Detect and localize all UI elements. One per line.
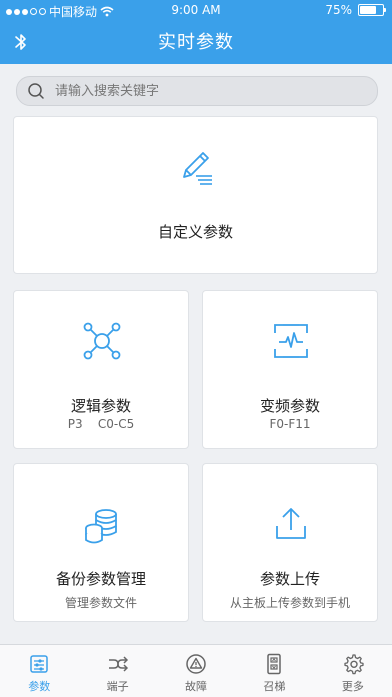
logic-params-sub: P3 C0-C5 xyxy=(67,417,135,431)
terminal-icon xyxy=(108,656,128,672)
tab-params[interactable]: 参数 xyxy=(0,645,78,697)
header-bar: 中国移动 9:00 AM 75% 实时参数 xyxy=(0,0,392,64)
waveform-monitor-icon xyxy=(274,324,308,358)
tab-bar: 参数 端子 故障 召梯 更多 xyxy=(0,644,392,697)
custom-params-label: 自定义参数 xyxy=(157,223,233,241)
fault-icon xyxy=(186,654,206,674)
params-icon xyxy=(30,655,48,673)
backup-params-sub: 管理参数文件 xyxy=(64,596,137,610)
backup-params-label: 备份参数管理 xyxy=(55,570,146,588)
logic-params-card[interactable]: 逻辑参数 P3 C0-C5 xyxy=(13,290,189,449)
edit-pen-icon xyxy=(183,152,212,185)
network-nodes-icon xyxy=(83,322,121,360)
backup-params-card[interactable]: 备份参数管理 管理参数文件 xyxy=(13,463,189,622)
upload-params-sub: 从主板上传参数到手机 xyxy=(229,596,350,610)
tab-terminal-label: 端子 xyxy=(106,680,129,693)
logic-params-label: 逻辑参数 xyxy=(70,397,131,415)
tab-more[interactable]: 更多 xyxy=(314,645,392,697)
search-bar[interactable] xyxy=(16,76,378,106)
search-input[interactable] xyxy=(53,82,357,100)
tab-terminal[interactable]: 端子 xyxy=(78,645,156,697)
gear-icon xyxy=(344,654,364,675)
upload-params-card[interactable]: 参数上传 从主板上传参数到手机 xyxy=(202,463,378,622)
tab-fault-label: 故障 xyxy=(185,680,208,693)
inverter-params-card[interactable]: 变频参数 F0-F11 xyxy=(202,290,378,449)
inverter-params-label: 变频参数 xyxy=(259,397,320,415)
page-title: 实时参数 xyxy=(158,32,234,53)
tab-elevator-call[interactable]: 召梯 xyxy=(235,645,313,697)
battery-percent: 75% xyxy=(325,3,352,17)
upload-icon xyxy=(276,508,306,539)
tab-more-label: 更多 xyxy=(341,680,364,693)
custom-params-card[interactable]: 自定义参数 xyxy=(13,116,378,274)
status-bar: 中国移动 9:00 AM 75% xyxy=(0,0,392,20)
battery-group: 75% xyxy=(325,3,386,17)
upload-params-label: 参数上传 xyxy=(259,570,320,588)
inverter-params-sub: F0-F11 xyxy=(269,417,311,431)
database-stack-icon xyxy=(85,509,117,544)
battery-icon xyxy=(358,4,386,16)
tab-params-label: 参数 xyxy=(28,680,51,693)
tab-elevator-call-label: 召梯 xyxy=(263,680,286,693)
tab-fault[interactable]: 故障 xyxy=(157,645,235,697)
elevator-call-icon xyxy=(267,653,282,675)
search-icon xyxy=(28,83,44,99)
